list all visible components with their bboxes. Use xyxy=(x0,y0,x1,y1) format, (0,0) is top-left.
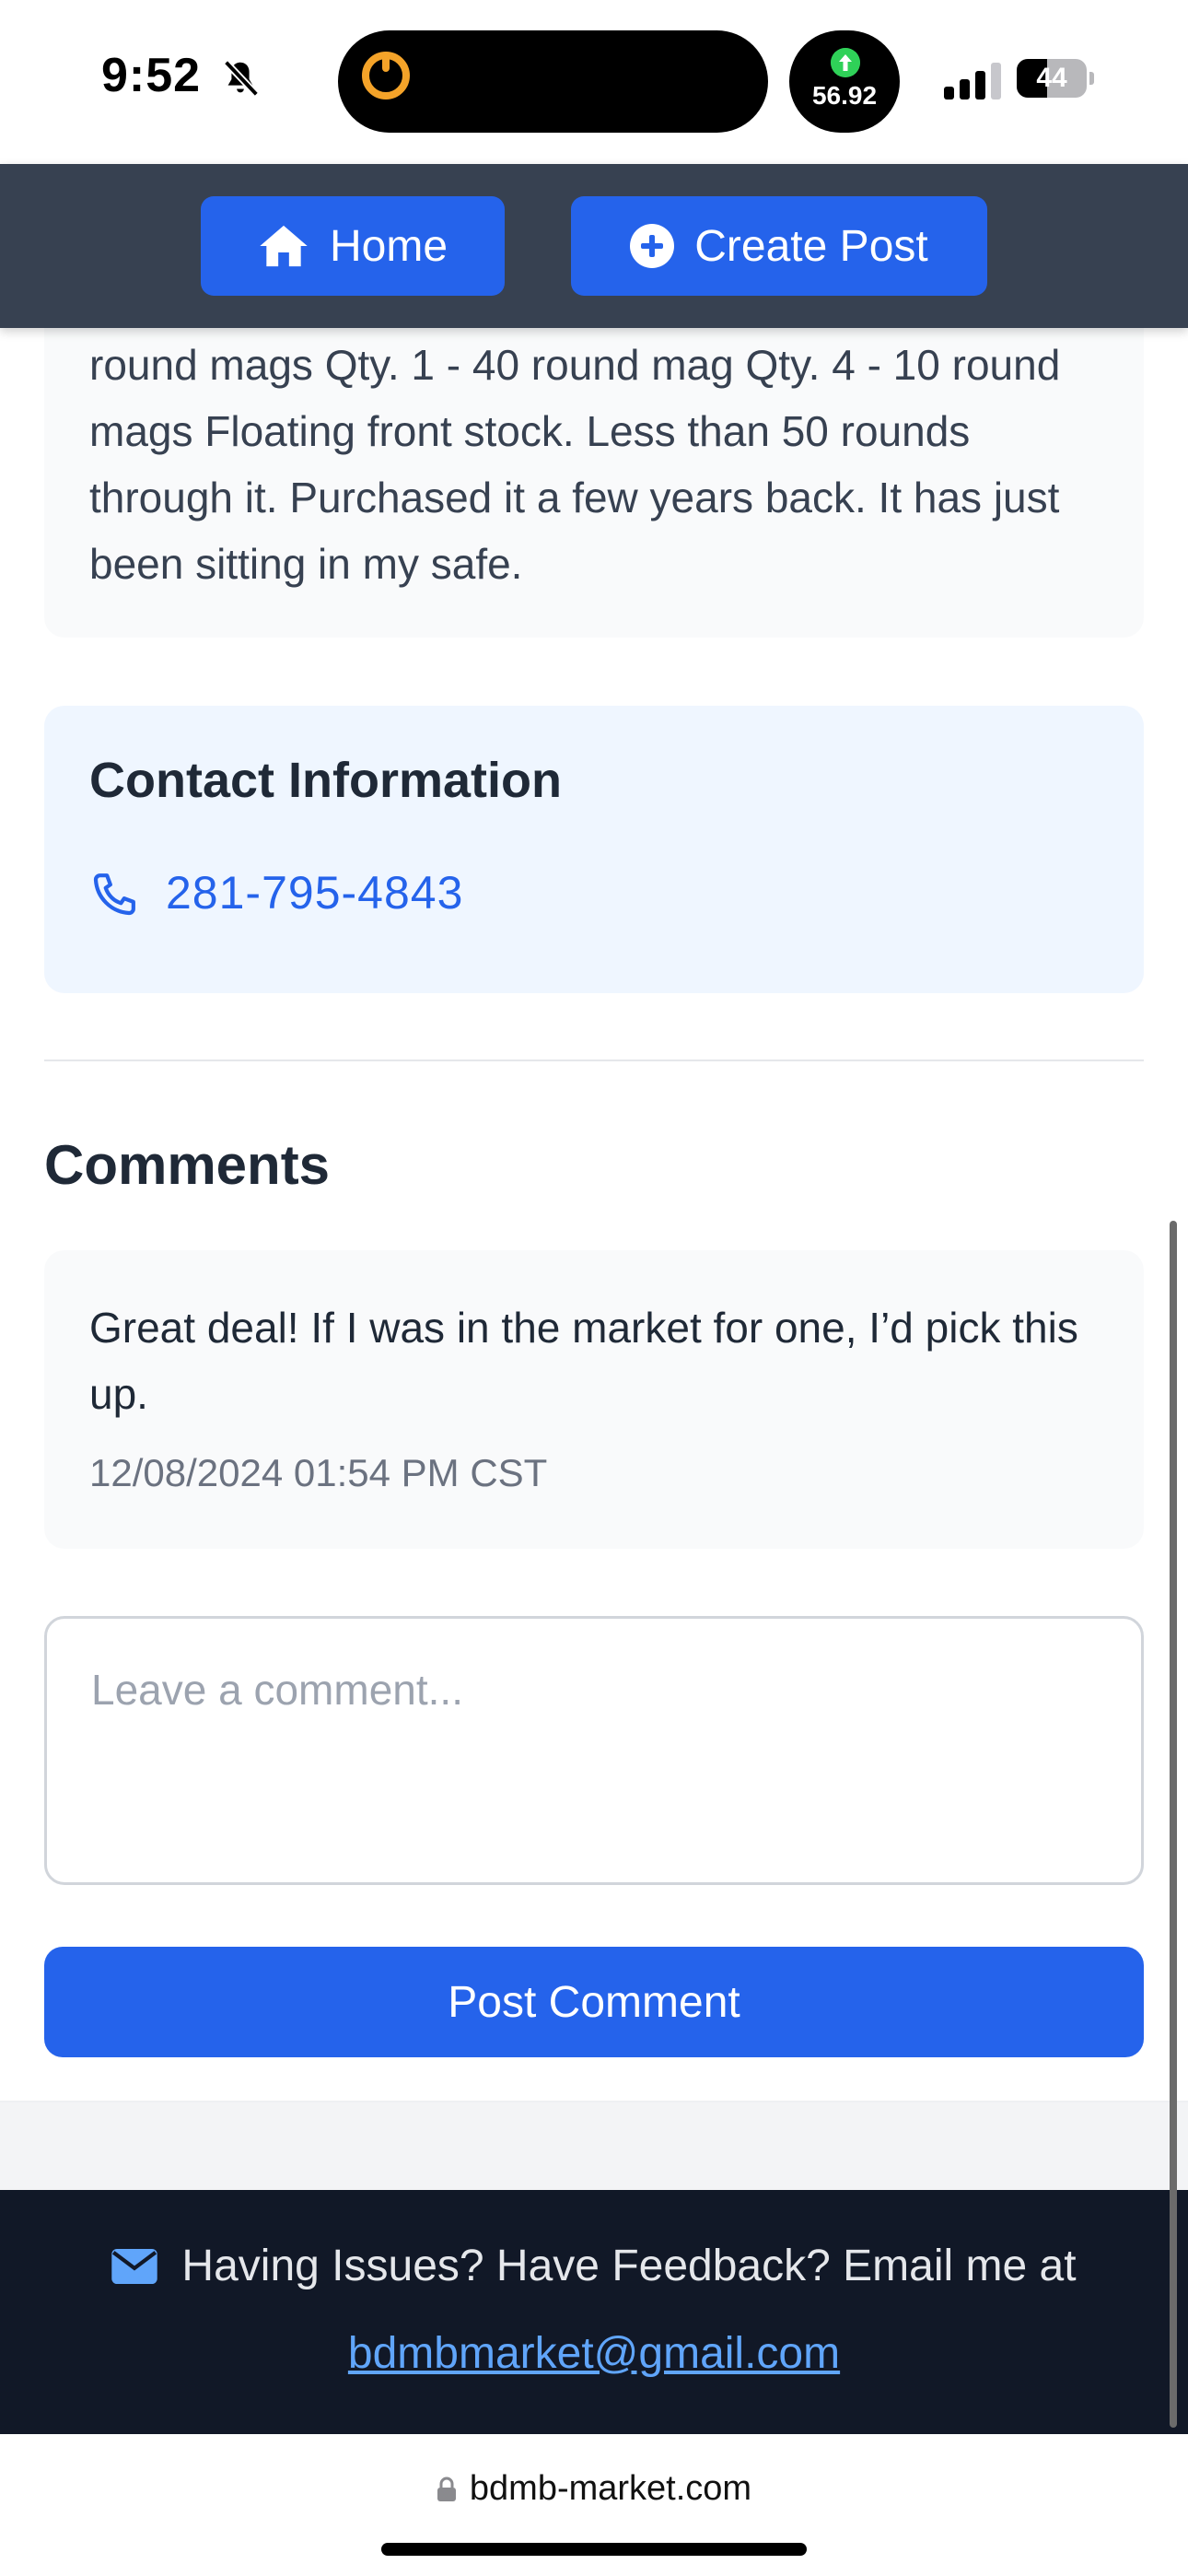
top-nav: Home Create Post xyxy=(0,164,1188,328)
status-time: 9:52 xyxy=(101,49,202,102)
battery-icon: 44 xyxy=(1017,59,1094,98)
envelope-icon xyxy=(111,2248,158,2284)
home-button[interactable]: Home xyxy=(201,196,505,296)
page-scrollbar[interactable] xyxy=(1170,1221,1177,2428)
timer-icon xyxy=(362,52,410,100)
footer xyxy=(0,2190,1188,2434)
home-icon xyxy=(260,225,308,267)
comment-input[interactable] xyxy=(44,1616,1144,1885)
url-display[interactable]: bdmb-market.com xyxy=(0,2469,1188,2509)
home-indicator[interactable] xyxy=(381,2543,807,2556)
url-text: bdmb-market.com xyxy=(469,2469,752,2508)
create-post-button-label: Create Post xyxy=(694,221,928,271)
home-button-label: Home xyxy=(329,221,448,271)
post-description: round mags Qty. 1 - 40 round mag Qty. 4 … xyxy=(89,341,1061,588)
bell-slash-icon xyxy=(223,60,260,97)
contact-card xyxy=(44,706,1144,993)
lock-icon xyxy=(437,2476,456,2501)
speed-value: 56.92 xyxy=(811,81,878,110)
phone-icon xyxy=(93,873,135,916)
status-bar: 9:52 56.92 44 xyxy=(0,0,1188,164)
plus-circle-icon xyxy=(630,224,675,268)
comment-timestamp: 12/08/2024 01:54 PM CST xyxy=(89,1451,548,1494)
phone-link[interactable]: 281-795-4843 xyxy=(166,866,463,919)
battery-level: 44 xyxy=(1036,63,1067,93)
content-gap xyxy=(0,2102,1188,2190)
comments-heading: Comments xyxy=(44,1134,331,1196)
section-divider xyxy=(44,1060,1144,1061)
create-post-button[interactable]: Create Post xyxy=(571,196,987,296)
signal-icon xyxy=(944,63,1001,100)
contact-title: Contact Information xyxy=(89,753,562,808)
footer-message: Having Issues? Have Feedback? Email me a… xyxy=(181,2242,1077,2290)
footer-email-link[interactable]: bdmbmarket@gmail.com xyxy=(0,2328,1188,2379)
comment-text: Great deal! If I was in the market for o… xyxy=(89,1304,1078,1418)
footer-message-row: Having Issues? Have Feedback? Email me a… xyxy=(0,2241,1188,2291)
upload-arrow-icon xyxy=(831,48,860,77)
post-comment-button[interactable]: Post Comment xyxy=(44,1947,1144,2057)
